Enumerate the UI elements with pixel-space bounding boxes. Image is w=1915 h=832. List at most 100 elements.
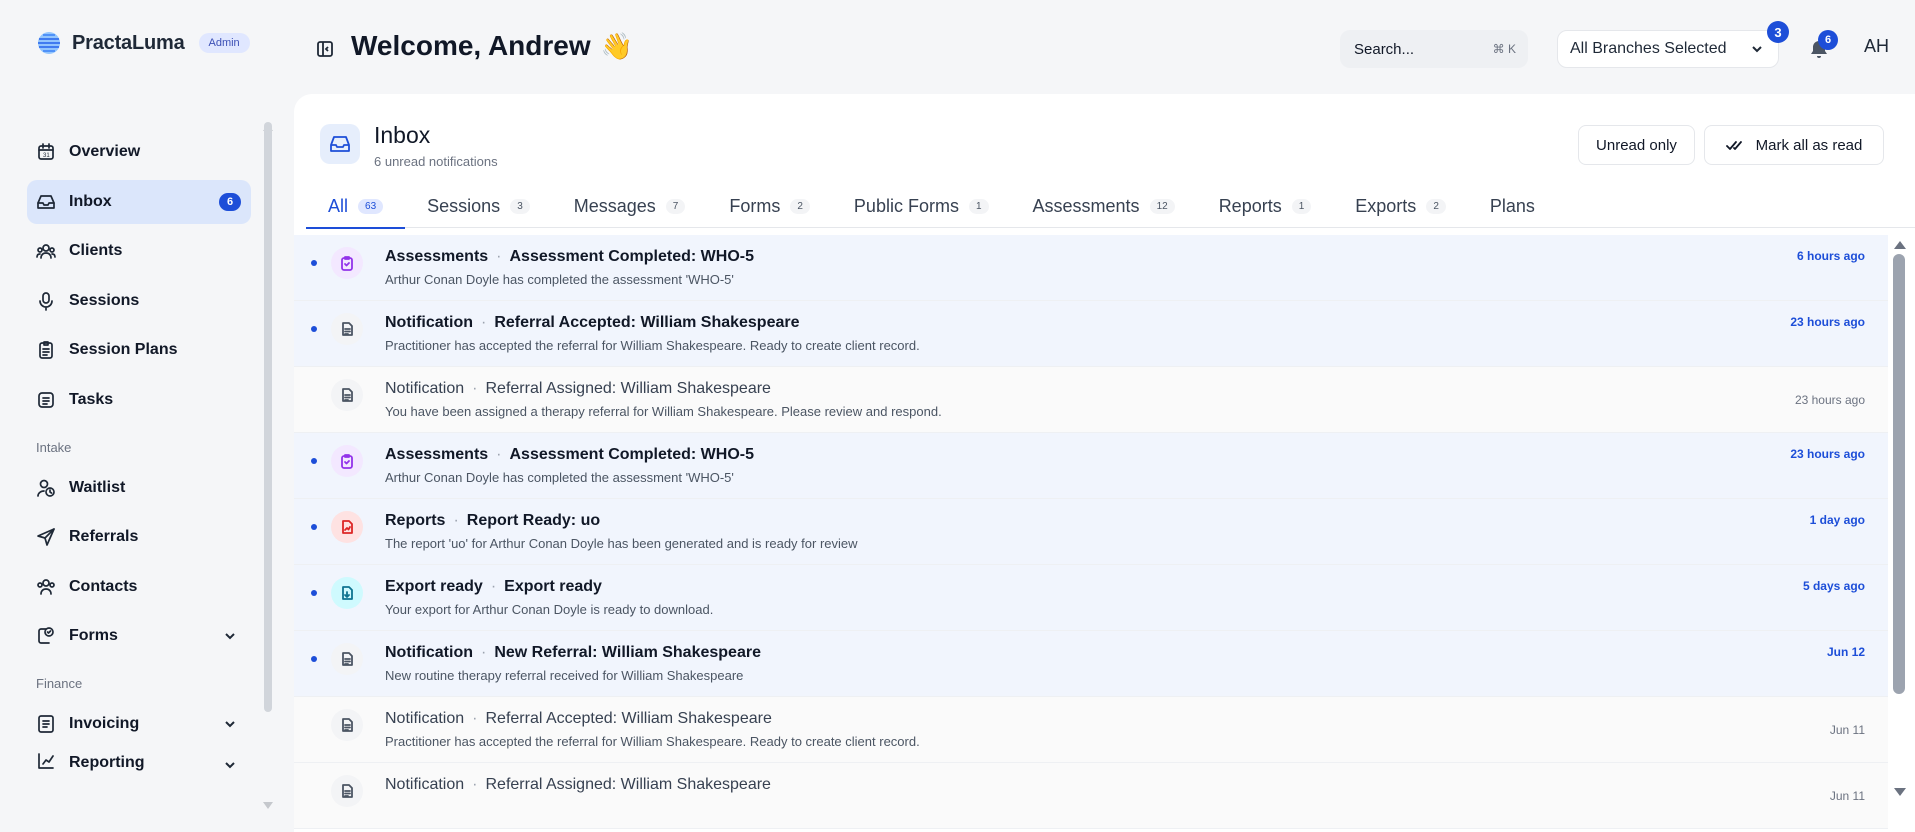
scroll-down-arrow[interactable] bbox=[1894, 788, 1906, 796]
notification-subject: Referral Assigned: William Shakespeare bbox=[485, 776, 771, 793]
inbox-icon bbox=[320, 124, 360, 164]
mark-all-read-button[interactable]: Mark all as read bbox=[1704, 125, 1884, 165]
chevron-down-icon[interactable] bbox=[223, 629, 237, 643]
notification-title: Assessments · Assessment Completed: WHO-5 bbox=[385, 248, 754, 266]
chevron-down-icon[interactable] bbox=[223, 717, 237, 731]
notification-row[interactable]: Assessments · Assessment Completed: WHO-5 A… bbox=[294, 235, 1888, 301]
notification-row[interactable]: Assessments · Assessment Completed: WHO-5 A… bbox=[294, 433, 1888, 499]
tab-public-forms[interactable]: Public Forms 1 bbox=[832, 186, 1011, 228]
unread-only-button[interactable]: Unread only bbox=[1578, 125, 1695, 165]
branch-select[interactable]: All Branches Selected bbox=[1557, 30, 1779, 68]
notification-category: Assessments bbox=[385, 248, 489, 265]
notification-category: Notification bbox=[385, 380, 465, 397]
unread-dot bbox=[311, 260, 317, 266]
sidebar-item-referrals[interactable]: Referrals bbox=[27, 515, 251, 559]
tab-assessments[interactable]: Assessments 12 bbox=[1011, 186, 1197, 228]
sidebar-item-sessions[interactable]: Sessions bbox=[27, 279, 251, 323]
tab-exports[interactable]: Exports 2 bbox=[1333, 186, 1468, 228]
notification-row[interactable]: Notification · Referral Accepted: William … bbox=[294, 301, 1888, 367]
mic-icon bbox=[35, 290, 57, 312]
separator-dot: · bbox=[453, 512, 459, 529]
page-title: Welcome, Andrew 👋 bbox=[351, 30, 633, 62]
calendar-icon: 31 bbox=[35, 141, 57, 163]
clipboard-check-icon bbox=[331, 247, 363, 279]
sidebar-item-label: Waitlist bbox=[69, 478, 126, 496]
tab-sessions[interactable]: Sessions 3 bbox=[405, 186, 552, 228]
admin-badge: Admin bbox=[198, 33, 250, 53]
users-icon bbox=[35, 240, 57, 262]
sidebar-item-inbox[interactable]: Inbox 6 bbox=[27, 179, 251, 224]
search-placeholder: Search... bbox=[1354, 40, 1415, 58]
notification-row[interactable]: Notification · Referral Assigned: William … bbox=[294, 763, 1888, 829]
sidebar-item-label: Clients bbox=[69, 242, 123, 259]
wave-emoji: 👋 bbox=[600, 30, 633, 61]
brand[interactable]: PractaLuma Admin bbox=[36, 30, 250, 56]
notification-row[interactable]: Reports · Report Ready: uo The report 'uo' … bbox=[294, 499, 1888, 565]
notification-category: Notification bbox=[385, 776, 465, 793]
tab-messages[interactable]: Messages 7 bbox=[552, 186, 708, 228]
notification-description: Arthur Conan Doyle has completed the ass… bbox=[385, 470, 734, 485]
sidebar-item-invoicing[interactable]: Invoicing bbox=[27, 702, 251, 746]
clipboard-check-icon bbox=[331, 445, 363, 477]
tab-all[interactable]: All 63 bbox=[306, 186, 406, 229]
sidebar-item-label: Tasks bbox=[69, 390, 114, 408]
notification-count-badge: 6 bbox=[1818, 30, 1838, 50]
scroll-up-arrow[interactable] bbox=[1894, 241, 1906, 249]
notification-subject: Report Ready: uo bbox=[466, 512, 601, 529]
panel-left-icon bbox=[317, 41, 333, 57]
tab-count-badge: 1 bbox=[968, 199, 989, 214]
separator-dot: · bbox=[481, 644, 487, 661]
tab-count-badge: 2 bbox=[790, 199, 810, 214]
document-icon bbox=[331, 775, 363, 807]
notification-row[interactable]: Export ready · Export ready Your export for… bbox=[294, 565, 1888, 631]
tab-forms[interactable]: Forms 2 bbox=[707, 186, 832, 228]
sidebar-item-overview[interactable]: 31 Overview bbox=[27, 130, 251, 174]
notification-scrollbar[interactable] bbox=[1893, 254, 1905, 694]
notification-title: Reports · Report Ready: uo bbox=[385, 512, 600, 530]
notification-row[interactable]: Notification · New Referral: William Shake… bbox=[294, 631, 1888, 697]
notification-time: Jun 11 bbox=[1829, 723, 1865, 737]
sidebar-item-contacts[interactable]: Contacts bbox=[27, 565, 251, 609]
report-icon bbox=[331, 511, 363, 543]
notification-time: Jun 12 bbox=[1826, 645, 1865, 659]
avatar[interactable]: AH bbox=[1864, 36, 1889, 57]
sidebar-item-label: Reporting bbox=[69, 753, 145, 771]
notification-subject: Referral Accepted: William Shakespeare bbox=[485, 710, 772, 727]
section-label-finance: Finance bbox=[36, 676, 83, 691]
sidebar-item-tasks[interactable]: Tasks bbox=[27, 378, 251, 422]
document-icon bbox=[331, 643, 363, 675]
inbox-count-badge: 6 bbox=[219, 192, 241, 211]
sidebar-item-waitlist[interactable]: Waitlist bbox=[27, 466, 251, 510]
tab-plans[interactable]: Plans bbox=[1468, 186, 1557, 228]
chevron-down-icon bbox=[1750, 42, 1764, 56]
tab-label: Reports bbox=[1218, 196, 1282, 216]
tab-reports[interactable]: Reports 1 bbox=[1197, 186, 1334, 228]
sidebar-scrollbar[interactable] bbox=[264, 122, 272, 712]
sidebar-item-reporting[interactable]: Reporting bbox=[27, 752, 251, 772]
notification-time: 1 day ago bbox=[1809, 513, 1865, 527]
tab-count-badge: 1 bbox=[1291, 199, 1312, 214]
separator-dot: · bbox=[472, 776, 478, 793]
notification-row[interactable]: Notification · Referral Accepted: William … bbox=[294, 697, 1888, 763]
sidebar-item-session-plans[interactable]: Session Plans bbox=[27, 328, 251, 372]
welcome-text: Welcome, Andrew bbox=[351, 30, 591, 61]
notification-time: 23 hours ago bbox=[1790, 315, 1865, 329]
scroll-down-arrow[interactable] bbox=[263, 802, 273, 809]
notification-subject: Assessment Completed: WHO-5 bbox=[509, 248, 755, 265]
sidebar-item-label: Overview bbox=[69, 143, 141, 160]
notification-row[interactable]: Notification · Referral Assigned: William … bbox=[294, 367, 1888, 433]
sidebar-item-label: Contacts bbox=[69, 577, 138, 595]
tab-count-badge: 3 bbox=[510, 199, 530, 214]
tab-count-badge: 12 bbox=[1149, 199, 1175, 214]
notification-time: 6 hours ago bbox=[1796, 249, 1865, 263]
sidebar-item-forms[interactable]: Forms bbox=[27, 614, 251, 658]
search-input[interactable]: Search... ⌘ K bbox=[1340, 30, 1528, 68]
notification-description: Your export for Arthur Conan Doyle is re… bbox=[385, 602, 714, 617]
separator-dot: · bbox=[496, 446, 502, 463]
chevron-down-icon[interactable] bbox=[223, 758, 237, 772]
sidebar-item-clients[interactable]: Clients bbox=[27, 229, 251, 273]
collapse-sidebar-button[interactable] bbox=[316, 40, 334, 58]
tab-label: Messages bbox=[573, 196, 656, 216]
notification-time: 5 days ago bbox=[1802, 579, 1865, 593]
sidebar-item-label: Forms bbox=[69, 627, 118, 644]
